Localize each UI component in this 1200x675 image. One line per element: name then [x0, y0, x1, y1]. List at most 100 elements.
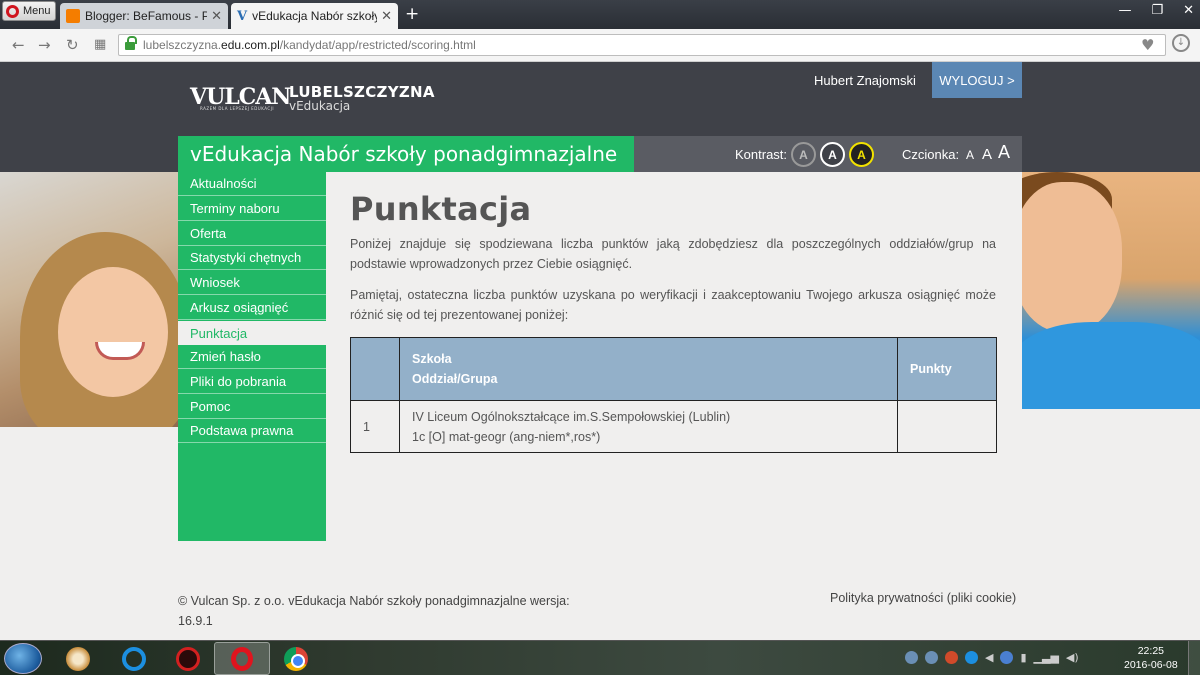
row-group-name: 1c [O] mat-geogr (ang-niem*,ros*) — [412, 429, 601, 444]
sidebar-item-arkusz[interactable]: Arkusz osiągnięć — [178, 296, 326, 320]
url-prefix: lubelszczyzna. — [143, 38, 222, 52]
header-school-label: Szkoła — [412, 352, 452, 366]
show-desktop-button[interactable] — [1188, 641, 1200, 675]
reload-icon[interactable]: ↻ — [66, 36, 79, 54]
power-icon[interactable]: ▮ — [1020, 651, 1026, 664]
tab-title: vEdukacja Nabór szkoły po — [252, 9, 378, 23]
download-icon[interactable]: ↓ — [1172, 34, 1190, 52]
paint-icon — [66, 646, 90, 671]
font-small-button[interactable]: A — [966, 148, 974, 162]
forward-arrow-icon[interactable]: → — [38, 36, 51, 54]
clock-date: 2016-06-08 — [1124, 659, 1178, 671]
sidebar-item-pliki[interactable]: Pliki do pobrania — [178, 370, 326, 394]
vulcan-favicon-icon: V — [237, 8, 248, 24]
tray-app-icon[interactable] — [965, 651, 978, 664]
tray-app-icon[interactable] — [1000, 651, 1014, 664]
window-controls: — ❐ ✕ — [1118, 3, 1194, 18]
network-icon[interactable]: ▁▃▅ — [1034, 651, 1059, 664]
maximize-icon[interactable]: ❐ — [1151, 3, 1163, 18]
game-icon — [176, 646, 200, 671]
row-number: 1 — [350, 400, 400, 453]
row-points — [897, 400, 997, 453]
clock-time: 22:25 — [1137, 645, 1164, 657]
address-bar: ← → ↻ ▦ lubelszczyzna. edu.com.pl/kandyda… — [0, 29, 1200, 62]
speaker-icon[interactable]: ◀ — [985, 651, 993, 664]
footer-version: 16.9.1 — [178, 614, 213, 628]
back-arrow-icon[interactable]: ← — [12, 36, 25, 54]
tray-app-icon[interactable] — [905, 651, 918, 664]
sidebar-item-punktacja[interactable]: Punktacja — [178, 321, 326, 345]
main-content: Punktacja Poniżej znajduje się spodziewa… — [326, 172, 1022, 541]
region-subtitle: vEdukacja — [289, 99, 351, 113]
volume-icon[interactable]: ◀) — [1066, 651, 1079, 664]
row-school-name: IV Liceum Ogólnokształcące im.S.Sempołow… — [412, 409, 731, 424]
hero-photo-girl — [0, 172, 178, 427]
page-title: Punktacja — [350, 190, 532, 228]
bookmark-heart-icon[interactable]: ♥ — [1141, 36, 1154, 54]
browser-tab-blogger[interactable]: Blogger: BeFamous - Przeg ✕ — [60, 3, 228, 29]
lock-icon — [125, 35, 137, 51]
tray-app-icon[interactable] — [925, 651, 938, 664]
sidebar-item-terminy-naboru[interactable]: Terminy naboru — [178, 197, 326, 221]
header-group-label: Oddział/Grupa — [412, 372, 498, 386]
minimize-icon[interactable]: — — [1118, 3, 1131, 18]
sidebar-item-podstawa-prawna[interactable]: Podstawa prawna — [178, 419, 326, 443]
table-header-number — [350, 337, 400, 401]
tray-app-icon[interactable] — [945, 651, 958, 664]
footer-copyright-line: © Vulcan Sp. z o.o. vEdukacja Nabór szko… — [178, 594, 570, 608]
tab-close-icon[interactable]: ✕ — [381, 8, 392, 24]
url-field[interactable]: lubelszczyzna. edu.com.pl/kandydat/app/re… — [118, 34, 1166, 56]
system-tray: ◀ ▮ ▁▃▅ ◀) — [905, 651, 1079, 664]
close-window-icon[interactable]: ✕ — [1183, 3, 1194, 18]
font-large-button[interactable]: A — [998, 142, 1010, 163]
user-name: Hubert Znajomski — [814, 73, 916, 88]
taskbar-opera[interactable] — [214, 642, 270, 675]
table-header-school: Szkoła Oddział/Grupa — [399, 337, 898, 401]
sidebar-item-oferta[interactable]: Oferta — [178, 222, 326, 246]
sidebar-nav: Aktualności Terminy naboru Oferta Statys… — [178, 172, 326, 541]
browser-menu-button[interactable]: Menu — [2, 1, 56, 21]
tab-title: Blogger: BeFamous - Przeg — [85, 9, 208, 23]
font-medium-button[interactable]: A — [982, 146, 992, 163]
contrast-yellow-button[interactable]: A — [849, 142, 874, 167]
vulcan-logo-tagline: RAZEM DLA LEPSZEJ EDUKACJI — [200, 106, 275, 111]
taskbar-paint[interactable] — [50, 642, 106, 675]
chrome-icon — [284, 646, 308, 671]
taskbar-game[interactable] — [160, 642, 216, 675]
sidebar-item-pomoc[interactable]: Pomoc — [178, 395, 326, 419]
browser-menu-label: Menu — [23, 5, 51, 17]
title-strip: vEdukacja Nabór szkoły ponadgimnazjalne … — [178, 136, 1022, 172]
sidebar-item-aktualnosci[interactable]: Aktualności — [178, 172, 326, 196]
notice-paragraph: Pamiętaj, ostateczna liczba punktów uzys… — [350, 288, 996, 322]
opera-logo-icon — [6, 4, 19, 18]
sidebar-item-zmien-haslo[interactable]: Zmień hasło — [178, 345, 326, 369]
logout-button[interactable]: WYLOGUJ > — [932, 62, 1022, 98]
browser-tab-bar: Menu Blogger: BeFamous - Przeg ✕ V vEduk… — [0, 0, 1200, 29]
scoring-table: Szkoła Oddział/Grupa Punkty 1 IV Liceum … — [350, 337, 997, 453]
blogger-favicon-icon — [66, 9, 80, 23]
table-row: 1 IV Liceum Ogólnokształcące im.S.Sempoł… — [350, 400, 997, 453]
privacy-policy-link[interactable]: Polityka prywatności (pliki cookie) — [830, 591, 1016, 605]
site-header: VULCAN RAZEM DLA LEPSZEJ EDUKACJI LUBELS… — [0, 62, 1200, 172]
tab-close-icon[interactable]: ✕ — [211, 8, 222, 24]
opera-icon — [231, 646, 253, 671]
start-button[interactable] — [4, 643, 42, 674]
speed-dial-icon[interactable]: ▦ — [94, 37, 106, 52]
windows-taskbar: ◀ ▮ ▁▃▅ ◀) 22:25 2016-06-08 — [0, 640, 1200, 675]
row-school-cell: IV Liceum Ogólnokształcące im.S.Sempołow… — [399, 400, 898, 453]
taskbar-chrome[interactable] — [268, 642, 324, 675]
contrast-dark-button[interactable]: A — [820, 142, 845, 167]
sidebar-item-wniosek[interactable]: Wniosek — [178, 271, 326, 295]
footer-copyright: © Vulcan Sp. z o.o. vEdukacja Nabór szko… — [178, 591, 598, 631]
table-header-row: Szkoła Oddział/Grupa Punkty — [350, 337, 997, 401]
taskbar-ccleaner[interactable] — [106, 642, 162, 675]
sidebar-item-statystyki[interactable]: Statystyki chętnych — [178, 246, 326, 270]
system-clock[interactable]: 22:25 2016-06-08 — [1124, 644, 1178, 672]
browser-tab-vedukacja[interactable]: V vEdukacja Nabór szkoły po ✕ — [231, 3, 398, 29]
intro-paragraph: Poniżej znajduje się spodziewana liczba … — [350, 237, 996, 271]
hero-photo-boy — [1022, 172, 1200, 409]
contrast-label: Kontrast: — [735, 147, 788, 162]
contrast-default-button[interactable]: A — [791, 142, 816, 167]
table-header-points: Punkty — [897, 337, 997, 401]
new-tab-button[interactable]: + — [405, 4, 419, 24]
